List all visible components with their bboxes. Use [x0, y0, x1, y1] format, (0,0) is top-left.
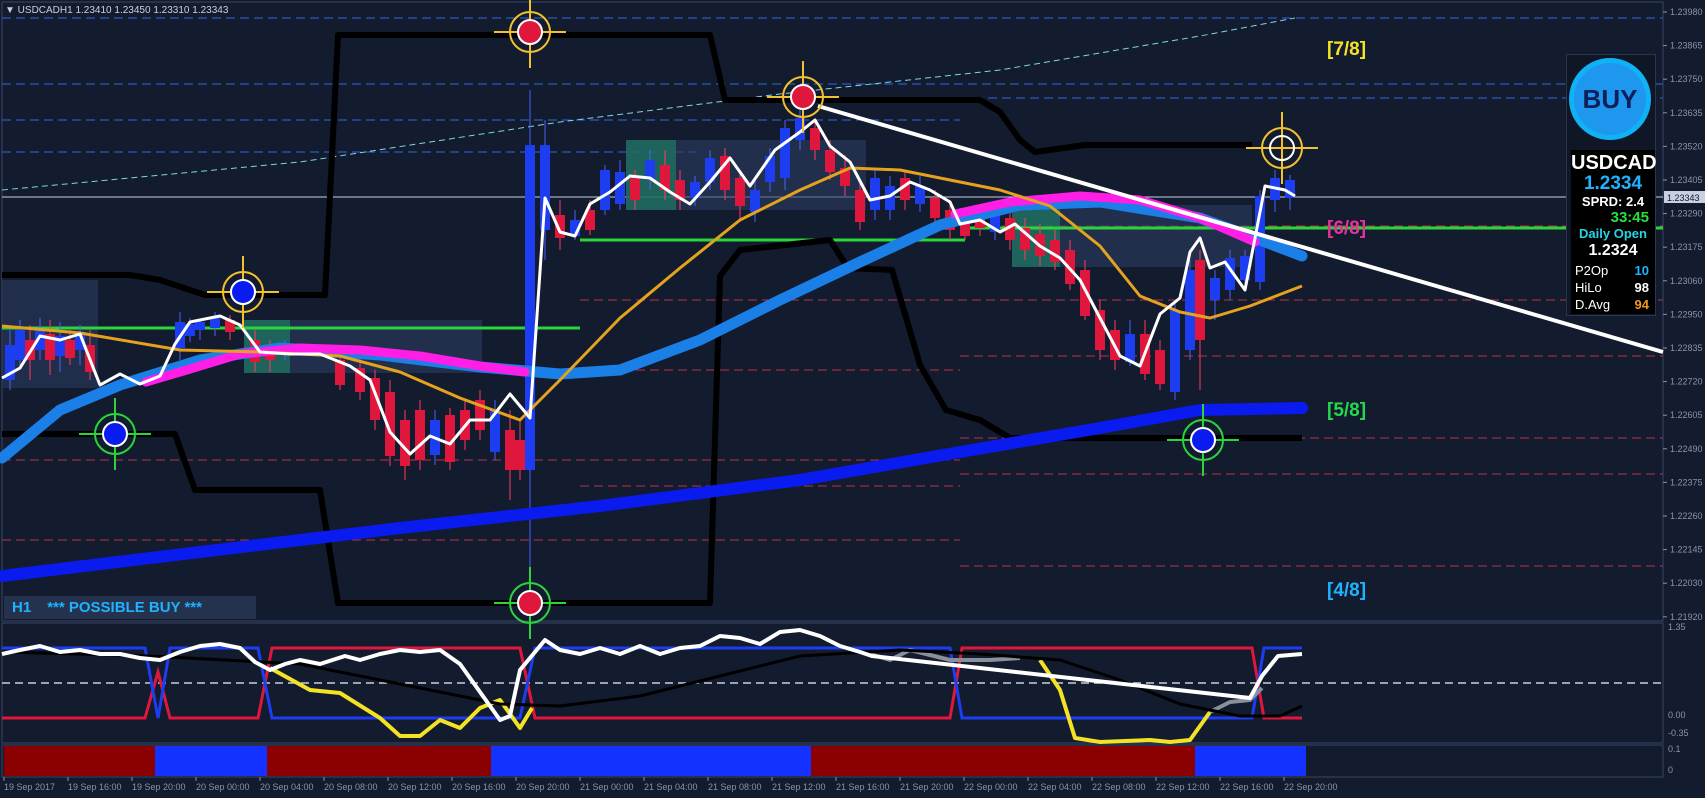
price-tick-label: 1.23520 [1670, 141, 1703, 151]
price-tick-label: 1.23635 [1670, 108, 1703, 118]
murrey-label-6-8: [6/8] [1327, 218, 1366, 239]
price-tick-label: 1.21920 [1670, 612, 1703, 622]
time-tick-label: 22 Sep 16:00 [1220, 782, 1274, 792]
price-tick-label: 1.22950 [1670, 309, 1703, 319]
time-tick-label: 20 Sep 20:00 [516, 782, 570, 792]
current-price-tag: 1.23343 [1667, 193, 1700, 203]
candle-body [735, 178, 745, 206]
histogram-bar [1195, 746, 1306, 776]
candle-body [525, 145, 535, 470]
price-tick-label: 1.23865 [1670, 41, 1703, 51]
info-box: USDCAD 1.2334 SPRD: 2.4 33:45 Daily Open… [1571, 150, 1657, 314]
time-tick-label: 22 Sep 12:00 [1156, 782, 1210, 792]
histogram-bar [267, 746, 491, 776]
osc-tick-label: -0.35 [1668, 728, 1689, 738]
chart-canvas[interactable]: [7/8] [6/8] [5/8] [4/8] ▼ USDCADH1 1.234… [0, 0, 1705, 798]
candle-body [780, 128, 790, 178]
chart-title: ▼ USDCADH1 1.23410 1.23450 1.23310 1.233… [5, 5, 229, 16]
histogram-bar [491, 746, 811, 776]
time-tick-label: 21 Sep 04:00 [644, 782, 698, 792]
candle-body [1195, 260, 1205, 340]
time-tick-label: 20 Sep 08:00 [324, 782, 378, 792]
spread-label: SPRD: 2.4 [1581, 194, 1645, 209]
signal-text: *** POSSIBLE BUY *** [47, 599, 202, 616]
osc-tick-label: 0.00 [1668, 710, 1686, 720]
time-tick-label: 21 Sep 20:00 [900, 782, 954, 792]
murrey-label-7-8: [7/8] [1327, 39, 1366, 60]
price-tick-label: 1.22030 [1670, 578, 1703, 588]
histogram-bar [4, 746, 155, 776]
buy-button[interactable]: BUY [1569, 58, 1651, 140]
time-tick-label: 19 Sep 20:00 [132, 782, 186, 792]
hist-tick-label: 0 [1668, 765, 1673, 775]
time-tick-label: 21 Sep 08:00 [708, 782, 762, 792]
price-tick-label: 1.22835 [1670, 343, 1703, 353]
candle-body [750, 190, 760, 212]
price-tick-label: 1.23405 [1670, 175, 1703, 185]
osc-tick-label: 1.35 [1668, 622, 1686, 632]
time-tick-label: 21 Sep 12:00 [772, 782, 826, 792]
time-tick-label: 19 Sep 2017 [4, 782, 55, 792]
price-tick-label: 1.22720 [1670, 377, 1703, 387]
time-tick-label: 22 Sep 08:00 [1092, 782, 1146, 792]
candle-body [630, 178, 640, 200]
candle-body [65, 340, 75, 358]
daily-open-value: 1.2324 [1588, 242, 1638, 259]
price-tick-label: 1.23290 [1670, 209, 1703, 219]
time-tick-label: 22 Sep 20:00 [1284, 782, 1338, 792]
price-tick-label: 1.23175 [1670, 242, 1703, 252]
symbol-label: USDCAD [1571, 152, 1657, 174]
candle-timer: 33:45 [1610, 209, 1649, 226]
price-tick-label: 1.22490 [1670, 444, 1703, 454]
price-tick-label: 1.22605 [1670, 410, 1703, 420]
candle-body [930, 198, 940, 218]
histogram-bar [811, 746, 1195, 776]
candle-body [855, 190, 865, 222]
candle-body [1170, 310, 1180, 392]
time-tick-label: 20 Sep 12:00 [388, 782, 442, 792]
price-tick-label: 1.22375 [1670, 477, 1703, 487]
time-tick-label: 22 Sep 04:00 [1028, 782, 1082, 792]
price-tick-label: 1.23980 [1670, 7, 1703, 17]
hist-tick-label: 0.1 [1668, 744, 1681, 754]
candle-body [505, 430, 515, 470]
candle-body [870, 178, 880, 210]
time-tick-label: 20 Sep 04:00 [260, 782, 314, 792]
time-tick-label: 22 Sep 00:00 [964, 782, 1018, 792]
time-tick-label: 19 Sep 16:00 [68, 782, 122, 792]
price-tick-label: 1.22260 [1670, 511, 1703, 521]
candle-body [195, 322, 205, 330]
time-tick-label: 21 Sep 00:00 [580, 782, 634, 792]
candle-body [15, 330, 25, 360]
candle-body [825, 150, 835, 172]
signal-label: H1 *** POSSIBLE BUY *** [4, 596, 256, 619]
candle-body [1155, 350, 1165, 384]
signal-timeframe: H1 [12, 599, 32, 616]
candle-body [1210, 278, 1220, 300]
price-label: 1.2334 [1583, 173, 1643, 194]
daily-open-label: Daily Open [1579, 226, 1647, 241]
price-tick-label: 1.23750 [1670, 74, 1703, 84]
time-tick-label: 21 Sep 16:00 [836, 782, 890, 792]
murrey-label-5-8: [5/8] [1327, 400, 1366, 421]
time-tick-label: 20 Sep 16:00 [452, 782, 506, 792]
candle-body [415, 410, 425, 460]
candle-body [1185, 270, 1195, 350]
candle-body [210, 318, 220, 328]
candle-body [810, 128, 820, 150]
candle-body [600, 170, 610, 210]
time-tick-label: 20 Sep 00:00 [196, 782, 250, 792]
murrey-label-4-8: [4/8] [1327, 580, 1366, 601]
histogram-bar [155, 746, 267, 776]
candle-body [515, 440, 525, 470]
trend-histogram [4, 746, 1306, 776]
price-tick-label: 1.23060 [1670, 276, 1703, 286]
price-tick-label: 1.22145 [1670, 545, 1703, 555]
